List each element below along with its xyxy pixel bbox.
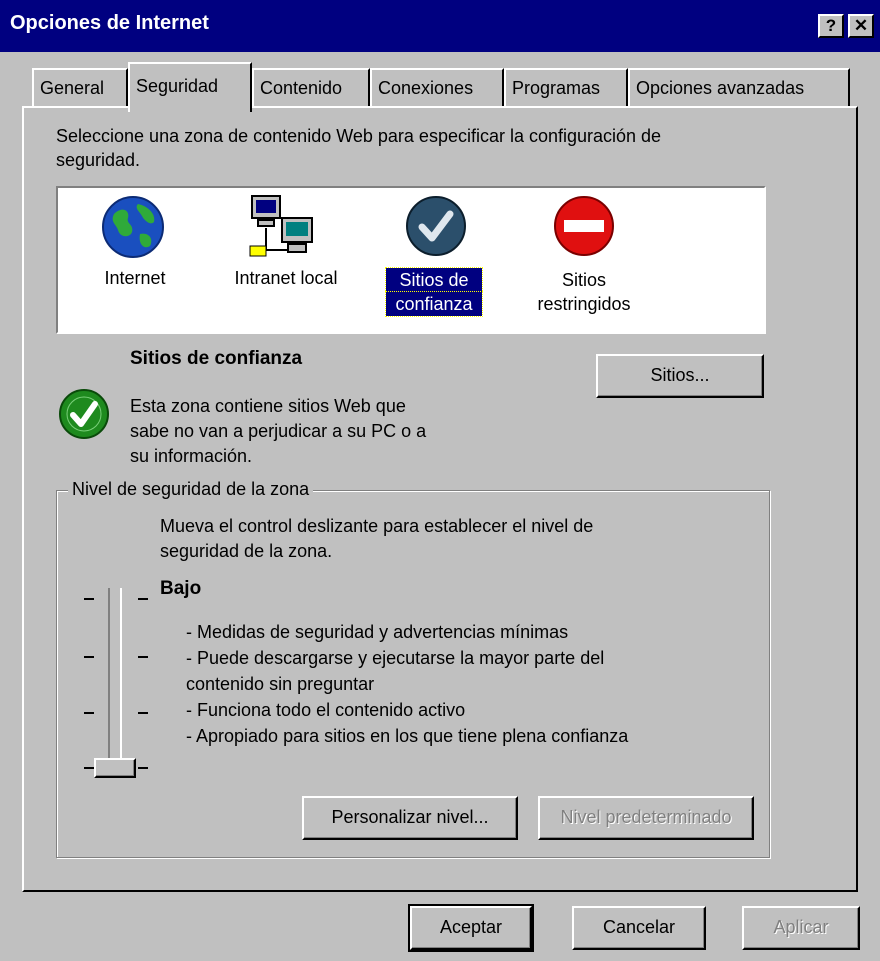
sites-button[interactable]: Sitios... [596, 354, 764, 398]
tab-conexiones[interactable]: Conexiones [370, 68, 504, 108]
slider-tick [138, 712, 148, 714]
zone-description-line2: sabe no van a perjudicar a su PC o a [130, 421, 427, 441]
green-check-icon [59, 389, 109, 439]
zone-restringidos-label-line1[interactable]: Sitios [520, 268, 648, 292]
window-title: Opciones de Internet [10, 12, 209, 34]
slider-tick [138, 656, 148, 658]
security-slider-thumb[interactable] [94, 758, 136, 778]
help-button[interactable]: ? [818, 14, 844, 38]
slider-instructions-line1: Mueva el control deslizante para estable… [160, 516, 594, 536]
custom-level-button[interactable]: Personalizar nivel... [302, 796, 518, 840]
selected-zone-name: Sitios de confianza [130, 348, 303, 369]
zone-intranet-label[interactable]: Intranet local [222, 266, 350, 290]
intro-text-line2: seguridad. [56, 150, 141, 170]
slider-tick [138, 598, 148, 600]
close-button[interactable]: ✕ [848, 14, 874, 38]
checkmark-circle-icon [406, 196, 466, 256]
level-detail-4: - Funciona todo el contenido activo [186, 700, 466, 720]
security-slider-track[interactable] [108, 588, 122, 766]
zone-confianza-label-line2[interactable]: confianza [385, 291, 483, 317]
level-detail-3: contenido sin preguntar [186, 674, 375, 694]
tab-seguridad[interactable]: Seguridad [128, 62, 252, 112]
level-detail-1: - Medidas de seguridad y advertencias mí… [186, 622, 569, 642]
zone-internet[interactable] [100, 194, 166, 260]
slider-tick [84, 767, 94, 769]
tab-opciones-avanzadas[interactable]: Opciones avanzadas [628, 68, 850, 108]
level-detail-5: - Apropiado para sitios en los que tiene… [186, 726, 629, 746]
zone-sitios-restringidos[interactable] [552, 194, 616, 258]
zone-internet-label[interactable]: Internet [90, 266, 180, 290]
security-level-group-title: Nivel de seguridad de la zona [68, 479, 314, 500]
slider-tick [84, 656, 94, 658]
ok-button[interactable]: Aceptar [408, 904, 534, 952]
trusted-zone-icon [58, 388, 110, 440]
zone-confianza-label-line1[interactable]: Sitios de [385, 267, 483, 293]
zone-intranet-local[interactable] [248, 194, 318, 260]
slider-instructions-line2: seguridad de la zona. [160, 541, 333, 561]
security-level-name: Bajo [160, 578, 202, 599]
globe-icon [102, 196, 164, 258]
level-detail-2: - Puede descargarse y ejecutarse la mayo… [186, 648, 605, 668]
slider-tick [84, 712, 94, 714]
slider-tick [138, 767, 148, 769]
apply-button[interactable]: Aplicar [742, 906, 860, 950]
cancel-button[interactable]: Cancelar [572, 906, 706, 950]
zone-restringidos-label-line2[interactable]: restringidos [520, 292, 648, 316]
no-entry-icon [554, 196, 614, 256]
zone-description-line1: Esta zona contiene sitios Web que [130, 396, 406, 416]
tab-contenido[interactable]: Contenido [252, 68, 370, 108]
zone-sitios-de-confianza[interactable] [404, 194, 468, 258]
slider-tick [84, 598, 94, 600]
zone-description-line3: su información. [130, 446, 253, 466]
network-computers-icon [249, 195, 313, 257]
intro-text-line1: Seleccione una zona de contenido Web par… [56, 126, 662, 146]
tab-programas[interactable]: Programas [504, 68, 628, 108]
default-level-button[interactable]: Nivel predeterminado [538, 796, 754, 840]
tab-general[interactable]: General [32, 68, 128, 108]
